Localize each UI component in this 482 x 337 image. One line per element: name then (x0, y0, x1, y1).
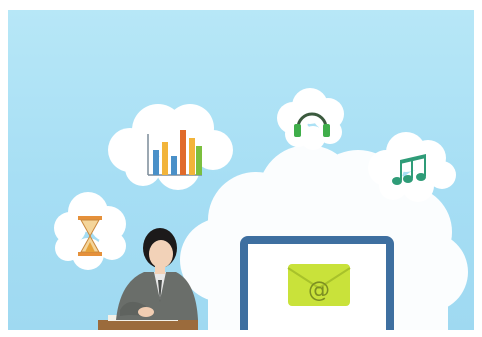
hourglass-cloud (54, 192, 126, 270)
monitor-screen: @ (240, 236, 394, 330)
email-envelope-icon: @ (287, 264, 351, 306)
chart-bar (153, 150, 159, 175)
chart-bar (196, 146, 202, 175)
scene-svg: @ (54, 88, 468, 330)
music-cloud (368, 132, 456, 202)
headphones-cloud (277, 88, 344, 150)
desk (98, 320, 198, 330)
email-at-symbol: @ (308, 278, 330, 303)
chart-bar (189, 138, 195, 175)
chart-cloud (108, 104, 233, 190)
illustration-scene: @ (8, 10, 474, 330)
chart-bar (171, 156, 177, 175)
image-frame: @ (0, 0, 482, 337)
chart-bar (162, 142, 168, 175)
chart-bar (180, 130, 186, 175)
